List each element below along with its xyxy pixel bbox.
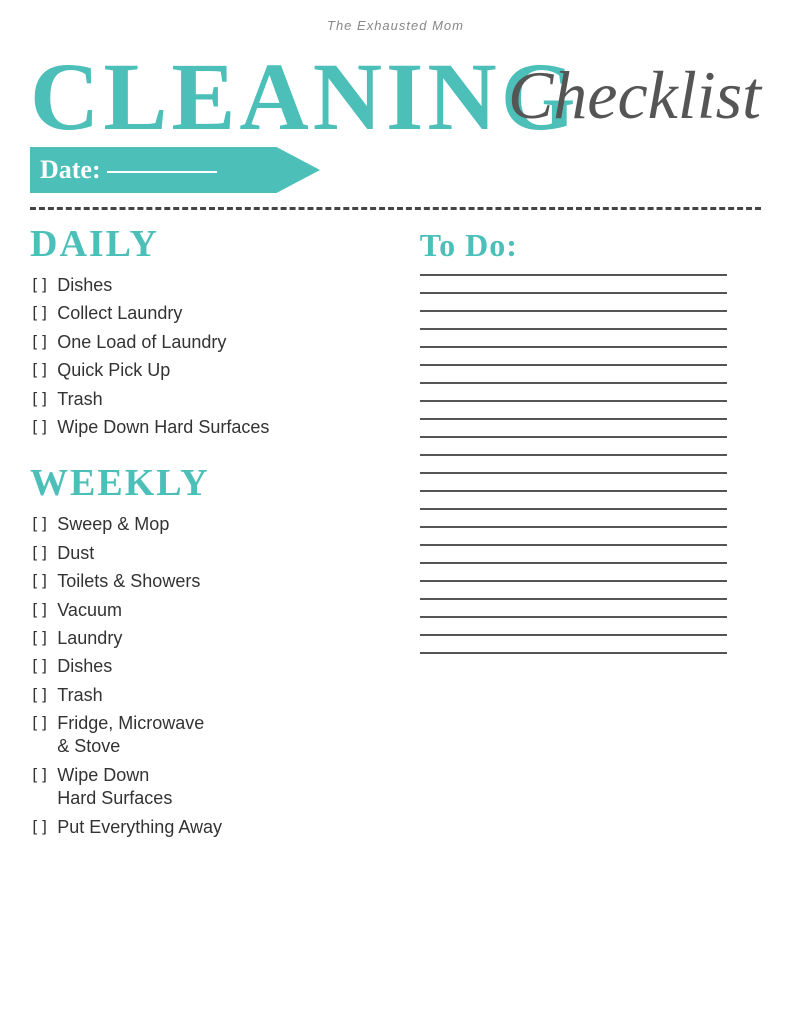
weekly-list-item: [] Dishes: [30, 655, 400, 678]
title-row: Cleaning Checklist: [30, 35, 761, 145]
checkbox[interactable]: []: [30, 656, 49, 677]
checkbox[interactable]: []: [30, 275, 49, 296]
checkbox[interactable]: []: [30, 389, 49, 410]
todo-line: [420, 598, 727, 600]
item-text: Quick Pick Up: [57, 359, 399, 382]
weekly-list-item: [] Dust: [30, 542, 400, 565]
todo-line: [420, 634, 727, 636]
todo-line: [420, 292, 727, 294]
todo-line: [420, 508, 727, 510]
item-text: Collect Laundry: [57, 302, 399, 325]
item-text: Wipe DownHard Surfaces: [57, 764, 399, 811]
todo-line: [420, 436, 727, 438]
todo-line: [420, 310, 727, 312]
cleaning-title: Cleaning: [30, 49, 579, 145]
item-text: Wipe Down Hard Surfaces: [57, 416, 399, 439]
daily-list-item: [] Quick Pick Up: [30, 359, 400, 382]
item-text: Trash: [57, 388, 399, 411]
weekly-header: Weekly: [30, 461, 400, 505]
checkbox[interactable]: []: [30, 817, 49, 838]
dashed-divider: [30, 207, 761, 210]
date-content: Date:: [30, 147, 217, 193]
page: The Exhausted Mom Cleaning Checklist Dat…: [0, 0, 791, 1024]
weekly-list-item: [] Toilets & Showers: [30, 570, 400, 593]
item-text: Dust: [57, 542, 399, 565]
checkbox[interactable]: []: [30, 600, 49, 621]
todo-line: [420, 652, 727, 654]
weekly-list-item: [] Trash: [30, 684, 400, 707]
item-text: Toilets & Showers: [57, 570, 399, 593]
todo-line: [420, 580, 727, 582]
todo-line: [420, 562, 727, 564]
daily-section: Daily [] Dishes [] Collect Laundry [] One Loa…: [30, 222, 400, 439]
daily-list-item: [] Collect Laundry: [30, 302, 400, 325]
daily-list-item: [] Trash: [30, 388, 400, 411]
weekly-list-item: [] Vacuum: [30, 599, 400, 622]
checkbox[interactable]: []: [30, 685, 49, 706]
checkbox[interactable]: []: [30, 571, 49, 592]
daily-list-item: [] One Load of Laundry: [30, 331, 400, 354]
header-area: The Exhausted Mom Cleaning Checklist: [30, 18, 761, 145]
left-column: Daily [] Dishes [] Collect Laundry [] One Loa…: [30, 222, 400, 844]
checkbox[interactable]: []: [30, 360, 49, 381]
daily-list-item: [] Wipe Down Hard Surfaces: [30, 416, 400, 439]
item-text: Dishes: [57, 274, 399, 297]
daily-header: Daily: [30, 222, 400, 266]
daily-list-item: [] Dishes: [30, 274, 400, 297]
weekly-list-item: [] Put Everything Away: [30, 816, 400, 839]
item-text: Vacuum: [57, 599, 399, 622]
item-text: Sweep & Mop: [57, 513, 399, 536]
checkbox[interactable]: []: [30, 765, 49, 786]
todo-line: [420, 526, 727, 528]
checkbox[interactable]: []: [30, 303, 49, 324]
todo-line: [420, 346, 727, 348]
daily-items: [] Dishes [] Collect Laundry [] One Load of L…: [30, 274, 400, 439]
todo-line: [420, 616, 727, 618]
todo-line: [420, 472, 727, 474]
checkbox[interactable]: []: [30, 417, 49, 438]
site-name: The Exhausted Mom: [30, 18, 761, 33]
weekly-items: []Sweep & Mop[]Dust[]Toilets & Showers[]…: [30, 513, 400, 839]
date-underline: [107, 171, 217, 173]
right-column: To Do:: [420, 222, 761, 844]
item-text: One Load of Laundry: [57, 331, 399, 354]
checkbox[interactable]: []: [30, 628, 49, 649]
weekly-section: Weekly [] Sweep & Mop [] Dust [] Toilets & Sh…: [30, 461, 400, 839]
weekly-list-item: [] Sweep & Mop: [30, 513, 400, 536]
weekly-list-item: [] Laundry: [30, 627, 400, 650]
todo-line: [420, 364, 727, 366]
checkbox[interactable]: []: [30, 332, 49, 353]
checkbox[interactable]: []: [30, 713, 49, 734]
todo-line: [420, 274, 727, 276]
checkbox[interactable]: []: [30, 543, 49, 564]
item-text: Put Everything Away: [57, 816, 399, 839]
weekly-list-item: [] Wipe DownHard Surfaces: [30, 764, 400, 811]
todo-line: [420, 418, 727, 420]
date-label: Date:: [40, 155, 101, 185]
item-text: Trash: [57, 684, 399, 707]
checkbox[interactable]: []: [30, 514, 49, 535]
checklist-title: Checklist: [508, 56, 761, 135]
main-content: Daily [] Dishes [] Collect Laundry [] One Loa…: [30, 222, 761, 844]
todo-header: To Do:: [420, 227, 761, 264]
todo-line: [420, 544, 727, 546]
todo-line: [420, 490, 727, 492]
weekly-list-item: [] Fridge, Microwave& Stove: [30, 712, 400, 759]
todo-line: [420, 454, 727, 456]
item-text: Dishes: [57, 655, 399, 678]
todo-line: [420, 400, 727, 402]
item-text: Fridge, Microwave& Stove: [57, 712, 399, 759]
todo-line: [420, 328, 727, 330]
todo-line: [420, 382, 727, 384]
date-banner-row: Date:: [30, 147, 761, 193]
item-text: Laundry: [57, 627, 399, 650]
todo-lines: [420, 274, 761, 654]
